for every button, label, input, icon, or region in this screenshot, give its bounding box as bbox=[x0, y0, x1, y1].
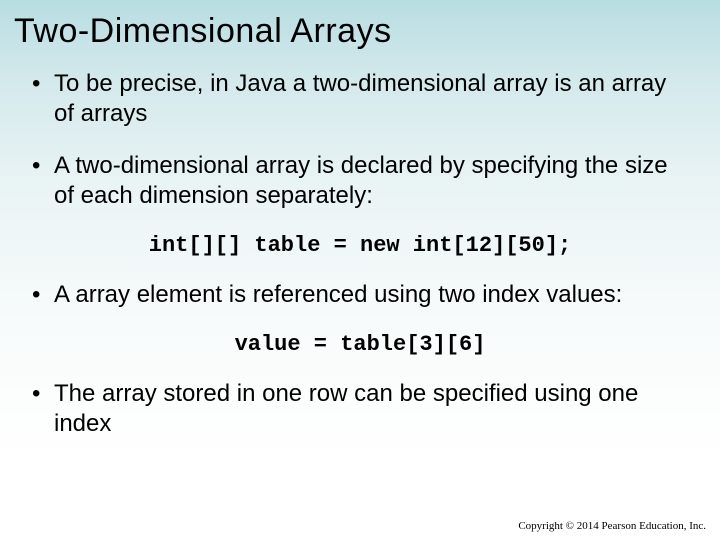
slide-content: To be precise, in Java a two-dimensional… bbox=[0, 51, 720, 439]
code-line: int[][] table = new int[12][50]; bbox=[28, 233, 692, 258]
bullet-item: To be precise, in Java a two-dimensional… bbox=[28, 69, 692, 129]
copyright-footer: Copyright © 2014 Pearson Education, Inc. bbox=[518, 520, 706, 532]
bullet-item: A array element is referenced using two … bbox=[28, 280, 692, 310]
bullet-list: To be precise, in Java a two-dimensional… bbox=[28, 69, 692, 211]
bullet-list: A array element is referenced using two … bbox=[28, 280, 692, 310]
code-line: value = table[3][6] bbox=[28, 332, 692, 357]
bullet-item: The array stored in one row can be speci… bbox=[28, 379, 692, 439]
bullet-list: The array stored in one row can be speci… bbox=[28, 379, 692, 439]
slide-title: Two-Dimensional Arrays bbox=[0, 0, 720, 51]
bullet-item: A two-dimensional array is declared by s… bbox=[28, 151, 692, 211]
